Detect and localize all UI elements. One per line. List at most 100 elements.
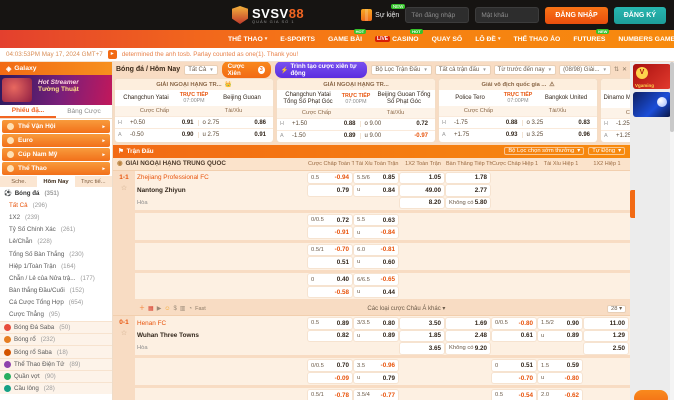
sidebar-subtab-3[interactable]: Trực tiế...	[75, 176, 112, 187]
odds-cell[interactable]: 2.50	[584, 343, 628, 354]
odds-cell[interactable]: Không có5.80	[446, 198, 490, 209]
odds-filter-select[interactable]: Bộ Lọc chọn sớm thưởng ▾	[504, 147, 584, 155]
more-asian-bets-link[interactable]: Các loại cược Châu Á khác ▾	[367, 305, 445, 312]
register-button[interactable]: ĐĂNG KÝ	[614, 7, 666, 24]
odds-cell[interactable]: u-0.80	[538, 373, 582, 384]
odds-cell[interactable]: 1.29	[584, 331, 628, 342]
handicap-odds-cell[interactable]: +1.250.86	[612, 133, 630, 139]
odds-cell[interactable]: 0.50.89	[308, 318, 352, 329]
match-tool-icon[interactable]: ▦	[148, 306, 154, 312]
odds-cell[interactable]: u0.89	[538, 331, 582, 342]
match-tool-icon[interactable]: ＋	[139, 306, 145, 312]
bet-type-item[interactable]: Bàn thắng Đầu/Cuối(152)	[0, 285, 112, 297]
odds-cell[interactable]: 2.77	[446, 185, 490, 196]
totals-odds-cell[interactable]: o 9.000.72	[360, 121, 433, 127]
odds-cell[interactable]: 0.79	[308, 185, 352, 196]
sidebar-accordion-2[interactable]: Euro▸	[2, 134, 110, 147]
odds-cell[interactable]: 2.48	[446, 331, 490, 342]
scrollbar-thumb[interactable]	[670, 62, 674, 132]
close-icon[interactable]: ✕	[622, 66, 627, 73]
sport-item[interactable]: Bóng rổ(232)	[0, 333, 112, 345]
sport-select[interactable]: Tất Cả ▼	[184, 65, 217, 75]
handicap-odds-cell[interactable]: +1.750.93	[450, 132, 522, 138]
odds-cell[interactable]: 3.5-0.96	[354, 360, 398, 371]
handicap-odds-cell[interactable]: -1.250.91	[612, 121, 630, 127]
handicap-odds-cell[interactable]: -0.500.90	[126, 132, 198, 138]
sidebar-tab-2[interactable]: Bảng Cược	[56, 105, 112, 118]
odds-cell[interactable]: u0.60	[354, 257, 398, 268]
match-filter-select-1[interactable]: Bộ Lọc Trận Đấu▼	[371, 65, 432, 75]
bet-type-item[interactable]: Tất Cả(296)	[0, 199, 112, 211]
bet-type-item[interactable]: 1X2(239)	[0, 211, 112, 223]
sport-item[interactable]: Bóng rổ Saba(18)	[0, 345, 112, 357]
odds-cell[interactable]: 0/0.5-0.80	[492, 318, 536, 329]
sports-promo-banner[interactable]	[633, 92, 671, 117]
sport-item[interactable]: Thể Thao Điện Tử(89)	[0, 358, 112, 370]
odds-type-select[interactable]: Tự Động ▾	[588, 147, 625, 155]
odds-cell[interactable]: 00.40	[308, 274, 352, 285]
odds-cell[interactable]: 8.20	[400, 198, 444, 209]
totals-odds-cell[interactable]: u 9.00-0.97	[360, 133, 433, 139]
odds-cell[interactable]: 5.5/60.85	[354, 173, 398, 184]
odds-cell[interactable]: 00.51	[492, 360, 536, 371]
bet-type-item[interactable]: Hiệp 1/Toàn Trận(164)	[0, 260, 112, 272]
odds-cell[interactable]: u0.89	[354, 331, 398, 342]
handicap-odds-cell[interactable]: -1.750.88	[450, 120, 522, 126]
match-tool-icon[interactable]: $	[173, 306, 176, 312]
odds-cell[interactable]: -0.70	[492, 373, 536, 384]
nav-item-1[interactable]: THỂ THAO▾	[228, 36, 267, 43]
collapse-handle[interactable]	[630, 190, 635, 218]
odds-cell[interactable]: 1.5/20.90	[538, 318, 582, 329]
odds-cell[interactable]: 0.61	[492, 331, 536, 342]
odds-cell[interactable]: 0/0.50.70	[308, 360, 352, 371]
bet-type-item[interactable]: Tổng Số Bàn Thắng(230)	[0, 248, 112, 260]
match-tool-icon[interactable]: ▥	[180, 306, 186, 312]
totals-odds-cell[interactable]: u 2.750.91	[198, 132, 271, 138]
bet-count-select[interactable]: 28 ▾	[607, 305, 626, 313]
favorite-star-icon[interactable]: ☆	[113, 329, 135, 337]
streamer-banner[interactable]: Hot Streamer Tường Thuật	[0, 75, 112, 105]
bet-type-item[interactable]: Tỷ Số Chính Xác(261)	[0, 224, 112, 236]
odds-cell[interactable]: 1.78	[446, 173, 490, 184]
totals-odds-cell[interactable]: u 3.250.96	[522, 132, 595, 138]
odds-cell[interactable]: -0.58	[308, 287, 352, 298]
events-link[interactable]: Sự kiện NEW	[361, 9, 399, 21]
totals-odds-cell[interactable]: o 2.750.86	[198, 120, 271, 126]
match-tool-icon[interactable]: ◔	[188, 306, 192, 312]
bet-type-item[interactable]: Cá Cược Tổng Hợp(654)	[0, 297, 112, 309]
odds-cell[interactable]: 1.69	[446, 318, 490, 329]
sidebar-accordion-3[interactable]: Cúp Nam Mỹ▸	[2, 148, 110, 161]
odds-cell[interactable]: 3/3.50.80	[354, 318, 398, 329]
casino-promo-banner[interactable]: V Vgaming	[633, 64, 671, 89]
parlay-button[interactable]: Cược Xiên 3	[222, 62, 271, 78]
odds-cell[interactable]: 3.50	[400, 318, 444, 329]
totals-odds-cell[interactable]: o 3.250.83	[522, 120, 595, 126]
favorite-star-icon[interactable]: ☆	[113, 184, 135, 192]
league-bar-tab[interactable]: ⚑ Trận Đấu	[118, 148, 154, 155]
odds-cell[interactable]: 0.5-0.54	[492, 390, 536, 400]
nav-item-8[interactable]: FUTURESNEW	[573, 36, 605, 43]
odds-cell[interactable]: 0.5-0.94	[308, 173, 352, 184]
sidebar-subtab-1[interactable]: Sche.	[0, 176, 37, 187]
odds-cell[interactable]: u-0.84	[354, 227, 398, 238]
support-fab-button[interactable]	[634, 390, 668, 400]
sidebar-accordion-1[interactable]: Thể Vận Hội▸	[2, 120, 110, 133]
nav-item-5[interactable]: QUAY SỐ	[432, 36, 463, 43]
nav-item-6[interactable]: LÔ ĐỀ▾	[475, 36, 500, 43]
odds-cell[interactable]: 0.82	[308, 331, 352, 342]
nav-item-3[interactable]: GAME BÀIHOT	[328, 36, 362, 43]
match-filter-select-2[interactable]: Tất cả trận đấu▼	[435, 65, 491, 75]
odds-cell[interactable]: 6.0-0.81	[354, 245, 398, 256]
odds-cell[interactable]: 49.00	[400, 185, 444, 196]
handicap-odds-cell[interactable]: +0.500.91	[126, 120, 198, 126]
match-tool-icon[interactable]: ☺	[164, 306, 170, 312]
sidebar-header[interactable]: ◈ Galaxy	[0, 62, 112, 75]
league-name[interactable]: ◉ GIẢI NGOẠI HẠNG TRUNG QUỐC	[113, 160, 308, 167]
odds-cell[interactable]: 0.5/1-0.70	[308, 245, 352, 256]
nav-item-2[interactable]: E-SPORTS	[280, 36, 315, 43]
match-filter-select-4[interactable]: (08/98) Giải...▼	[559, 65, 611, 75]
nav-item-4[interactable]: LIVECASINOHOT	[375, 36, 419, 43]
odds-cell[interactable]: 2.0-0.62	[538, 390, 582, 400]
sidebar-subtab-2[interactable]: Hôm Nay	[37, 176, 74, 187]
sort-icon[interactable]: ⇅	[614, 66, 619, 73]
